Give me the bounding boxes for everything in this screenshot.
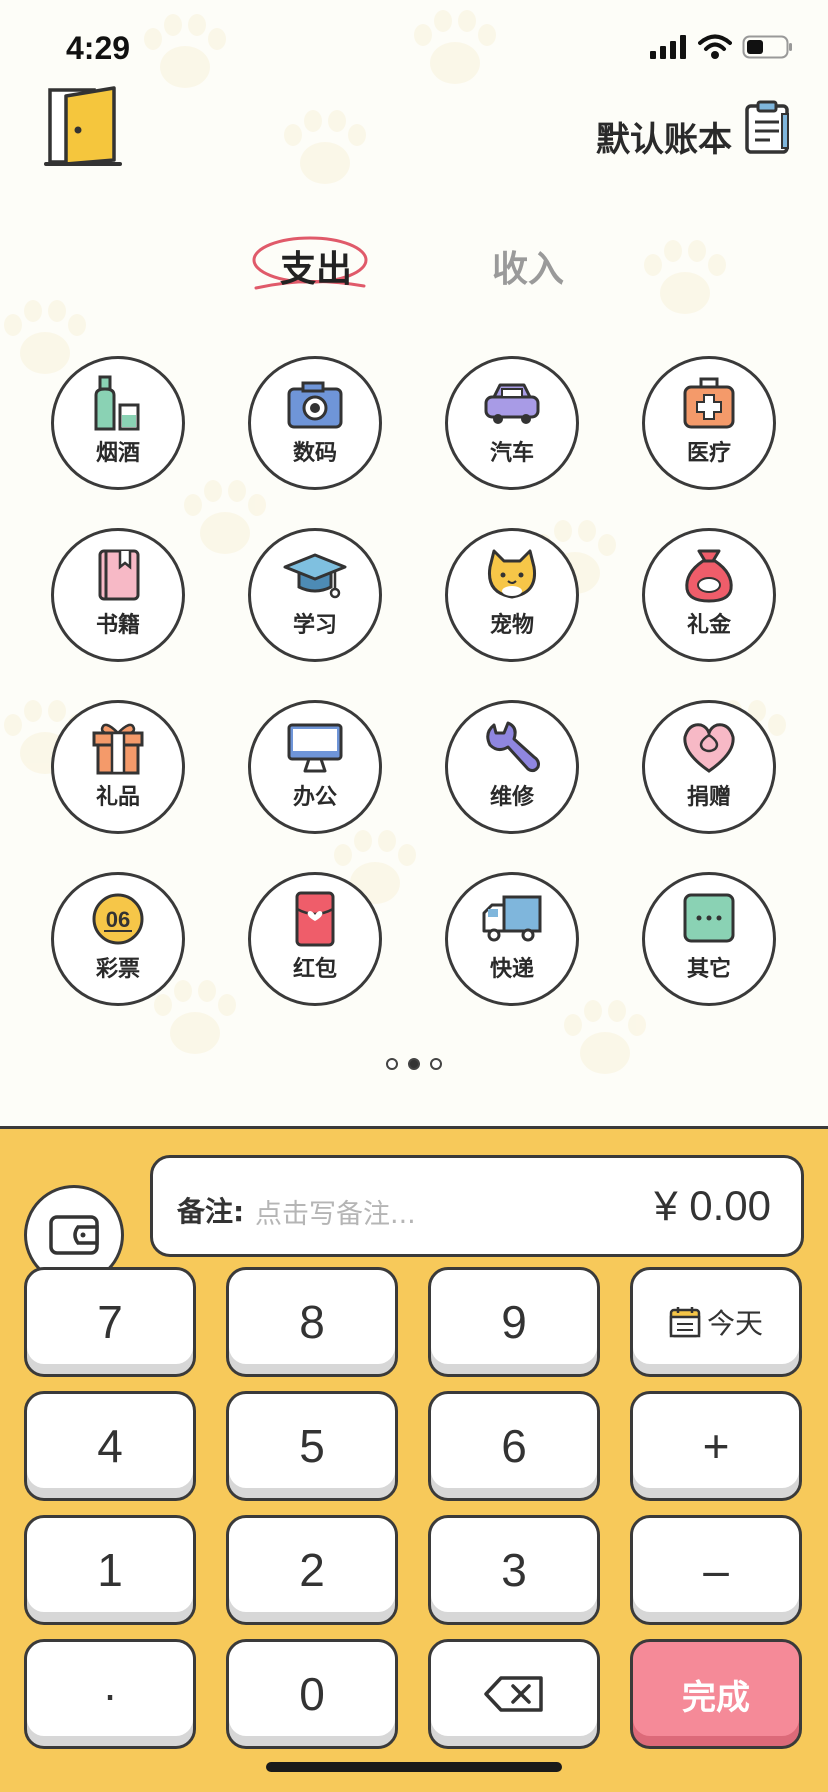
key-6[interactable]: 6 (428, 1391, 600, 1501)
key-1[interactable]: 1 (24, 1515, 196, 1625)
paw-decoration (0, 300, 90, 380)
key-minus[interactable]: – (630, 1515, 802, 1625)
paw-decoration (180, 480, 270, 560)
medkit-icon (683, 377, 735, 429)
graduation-cap-icon (283, 553, 347, 599)
page-dot[interactable] (430, 1058, 442, 1070)
category-label: 医疗 (686, 441, 731, 466)
category-label: 宠物 (489, 613, 534, 638)
account-book-name[interactable]: 默认账本 (596, 112, 732, 161)
key-9[interactable]: 9 (428, 1267, 600, 1377)
category-books[interactable]: 书籍 (51, 528, 185, 662)
key-plus[interactable]: + (630, 1391, 802, 1501)
tab-income[interactable]: 收入 (492, 240, 564, 292)
status-bar: 4:29 (0, 0, 828, 90)
status-time: 4:29 (66, 30, 131, 66)
red-envelope-icon (295, 891, 335, 947)
note-input[interactable]: 备注: 点击写备注... ¥ 0.00 (150, 1155, 804, 1257)
category-gift-money[interactable]: 礼金 (642, 528, 776, 662)
category-pet[interactable]: 宠物 (445, 528, 579, 662)
exit-door-button[interactable] (44, 84, 124, 170)
done-button[interactable]: 完成 (630, 1639, 802, 1749)
key-0[interactable]: 0 (226, 1639, 398, 1749)
category-medical[interactable]: 医疗 (642, 356, 776, 490)
home-indicator (266, 1762, 562, 1772)
key-5[interactable]: 5 (226, 1391, 398, 1501)
category-study[interactable]: 学习 (248, 528, 382, 662)
key-decimal[interactable]: · (24, 1639, 196, 1749)
car-icon (484, 383, 540, 424)
more-icon (683, 893, 735, 943)
book-icon (98, 549, 140, 601)
page-dot[interactable] (386, 1058, 398, 1070)
bottle-icon (94, 375, 140, 431)
date-picker-button[interactable]: 今天 (630, 1267, 802, 1377)
paw-decoration (280, 110, 370, 190)
category-label: 礼金 (686, 613, 731, 638)
lottery-ball-icon: 06 (92, 893, 144, 945)
category-car[interactable]: 汽车 (445, 356, 579, 490)
truck-icon (482, 895, 542, 942)
category-gift[interactable]: 礼品 (51, 700, 185, 834)
note-label: 备注: (177, 1195, 245, 1228)
gift-icon (92, 723, 144, 775)
category-label: 数码 (292, 441, 337, 466)
category-express[interactable]: 快递 (445, 872, 579, 1006)
category-label: 维修 (489, 785, 534, 810)
category-label: 学习 (292, 613, 337, 638)
key-8[interactable]: 8 (226, 1267, 398, 1377)
heart-icon (683, 723, 735, 773)
status-icons (650, 34, 794, 60)
category-label: 礼品 (95, 785, 140, 810)
category-repair[interactable]: 维修 (445, 700, 579, 834)
page-indicator (0, 1058, 828, 1070)
backspace-icon (484, 1676, 543, 1712)
clipboard-icon[interactable] (744, 100, 792, 156)
category-lottery[interactable]: 06 彩票 (51, 872, 185, 1006)
category-digital[interactable]: 数码 (248, 356, 382, 490)
key-2[interactable]: 2 (226, 1515, 398, 1625)
category-label: 办公 (292, 785, 337, 810)
money-bag-icon (685, 549, 733, 603)
date-label: 今天 (706, 1307, 763, 1340)
wifi-icon (698, 34, 732, 59)
category-label: 快递 (489, 957, 534, 982)
category-tobacco-alcohol[interactable]: 烟酒 (51, 356, 185, 490)
category-donation[interactable]: 捐赠 (642, 700, 776, 834)
category-office[interactable]: 办公 (248, 700, 382, 834)
category-label: 彩票 (95, 957, 140, 982)
door-icon (44, 86, 122, 166)
category-label: 汽车 (489, 441, 534, 466)
category-red-packet[interactable]: 红包 (248, 872, 382, 1006)
amount-display: ¥ 0.00 (654, 1182, 771, 1229)
key-7[interactable]: 7 (24, 1267, 196, 1377)
category-label: 烟酒 (95, 441, 140, 466)
backspace-button[interactable] (428, 1639, 600, 1749)
cat-icon (487, 549, 537, 599)
category-label: 红包 (292, 957, 337, 982)
note-placeholder[interactable]: 点击写备注... (255, 1192, 416, 1231)
battery-icon (742, 35, 792, 59)
wrench-icon (486, 721, 540, 773)
wallet-icon (49, 1215, 99, 1255)
category-other[interactable]: 其它 (642, 872, 776, 1006)
camera-icon (287, 381, 343, 429)
tab-expense[interactable]: 支出 (280, 240, 352, 292)
category-label: 捐赠 (686, 785, 731, 810)
lottery-number: 06 (106, 907, 130, 932)
cellular-signal-icon (650, 35, 686, 59)
category-label: 其它 (686, 957, 731, 982)
paw-decoration (640, 240, 730, 320)
category-label: 书籍 (95, 613, 140, 638)
computer-icon (287, 723, 343, 773)
calendar-icon (669, 1307, 701, 1338)
page-dot-active[interactable] (408, 1058, 420, 1070)
paw-decoration (150, 980, 240, 1060)
keypad-panel: 备注: 点击写备注... ¥ 0.00 7 8 9 今天 4 5 6 + 1 2… (0, 1126, 828, 1792)
key-3[interactable]: 3 (428, 1515, 600, 1625)
key-4[interactable]: 4 (24, 1391, 196, 1501)
